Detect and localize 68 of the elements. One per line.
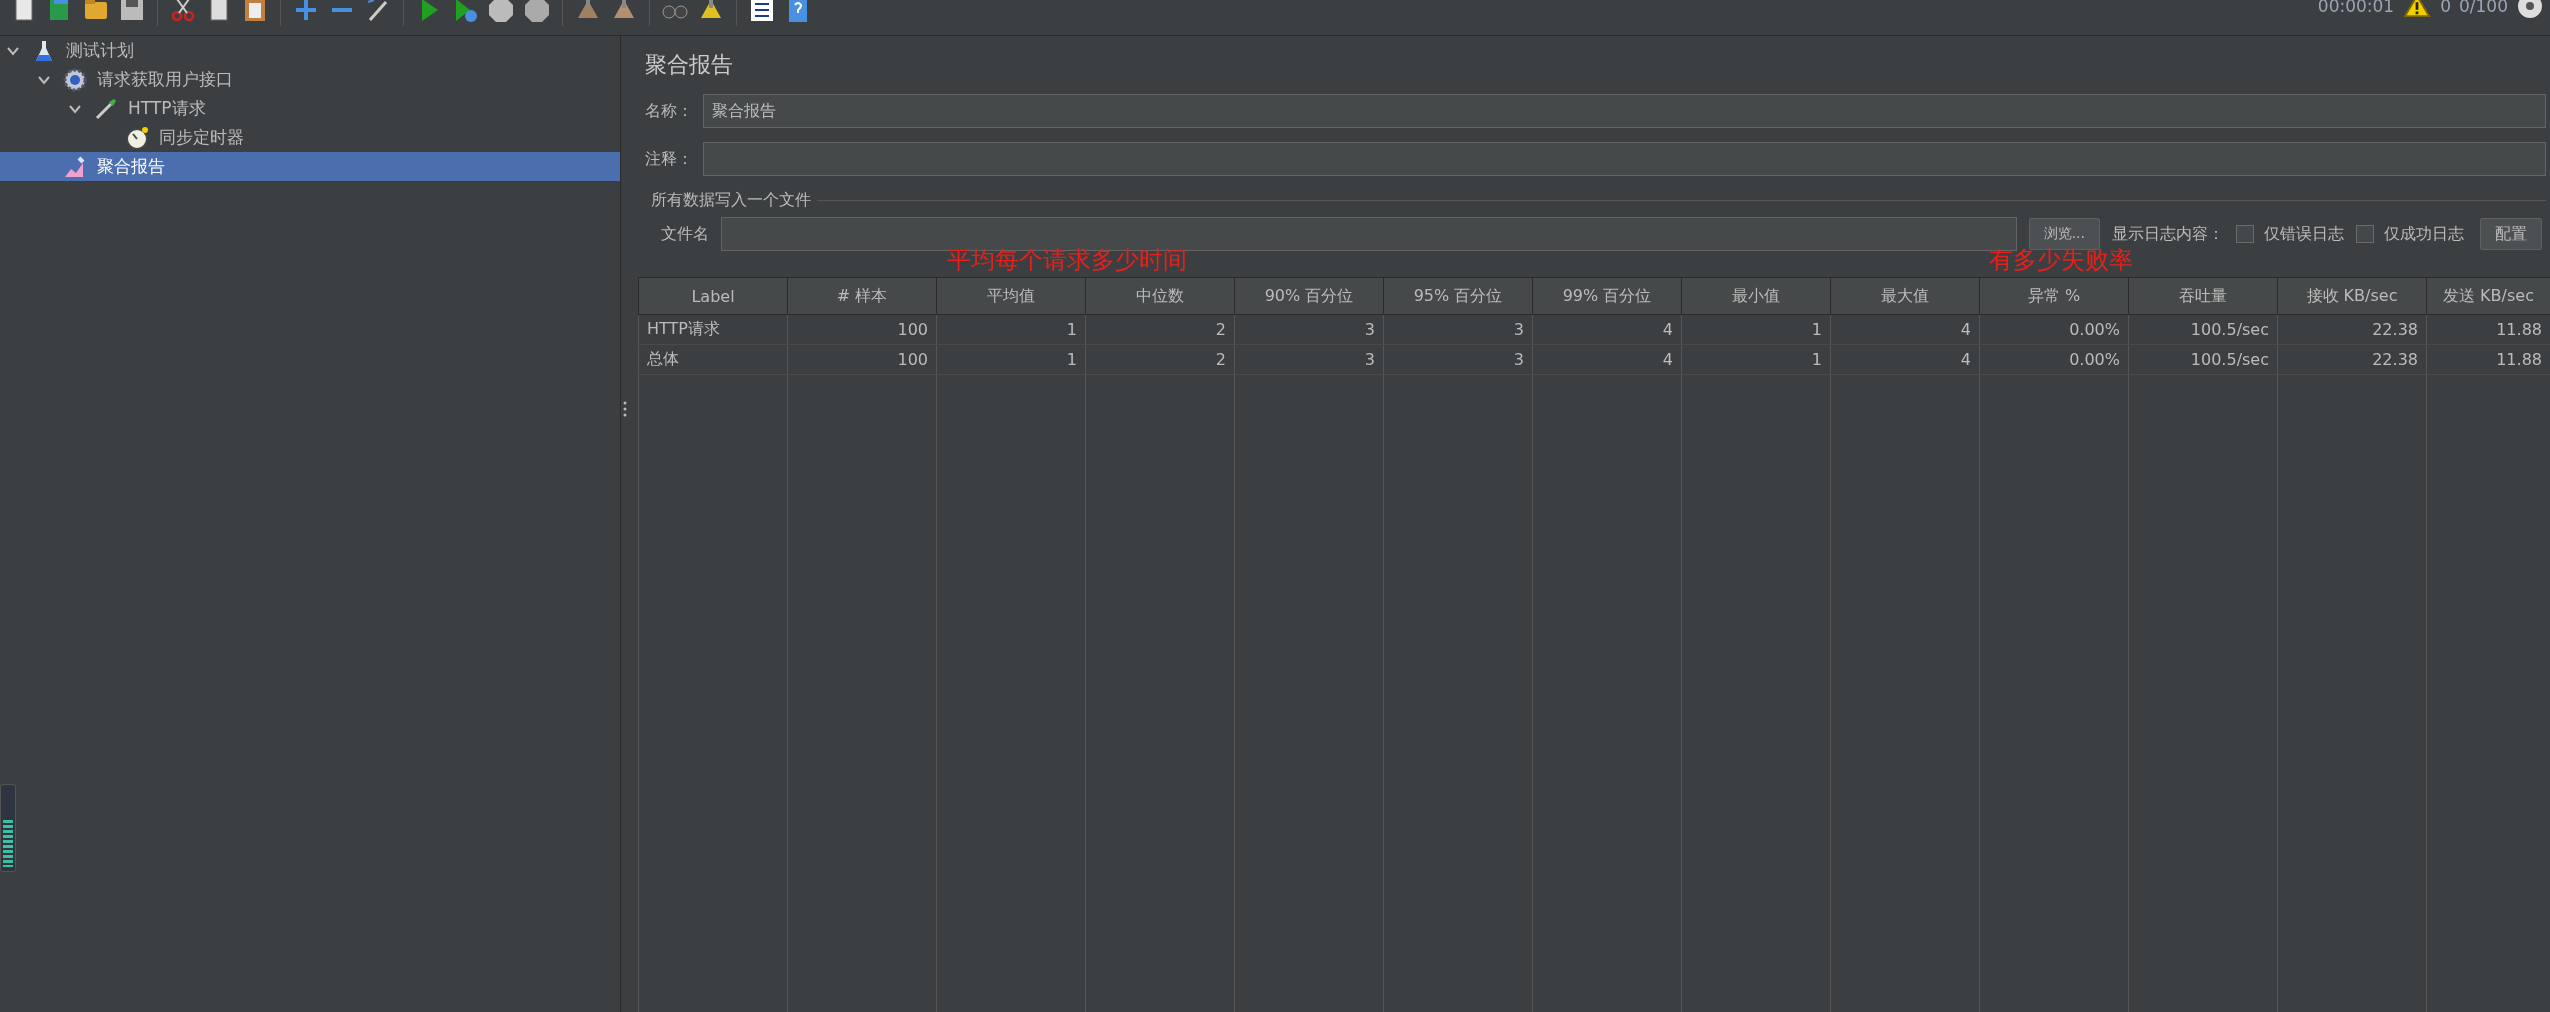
table-cell: 1 — [1681, 344, 1831, 375]
thread-count: 0/100 — [2459, 0, 2508, 16]
table-cell: 3 — [1234, 314, 1384, 345]
tree-item[interactable]: 同步定时器 — [0, 123, 620, 152]
column-header[interactable]: 接收 KB/sec — [2277, 277, 2427, 315]
table-cell: 4 — [1532, 344, 1682, 375]
tree-item[interactable]: HTTP请求 — [0, 94, 620, 123]
table-cell: 0.00% — [1979, 314, 2129, 345]
table-cell: 2 — [1085, 314, 1235, 345]
column-header[interactable]: 最大值 — [1830, 277, 1980, 315]
checkbox[interactable] — [2356, 225, 2374, 243]
column-header[interactable]: 异常 % — [1979, 277, 2129, 315]
tree-item[interactable]: 聚合报告 — [0, 152, 620, 181]
table-cell: 100 — [787, 314, 937, 345]
table-cell: 1 — [936, 344, 1086, 375]
field-label: 文件名 — [661, 223, 709, 245]
drag-handle-icon[interactable] — [623, 401, 627, 417]
pipette-icon — [94, 96, 118, 121]
name-field[interactable]: 聚合报告 — [703, 94, 2546, 128]
column-header[interactable]: Label — [638, 277, 788, 315]
tree-item[interactable]: 测试计划 — [0, 36, 620, 65]
stop-icon[interactable] — [523, 0, 551, 24]
stopwatch-icon — [125, 125, 149, 150]
checkbox-label: 仅错误日志 — [2264, 223, 2344, 245]
column-header[interactable]: 吞吐量 — [2128, 277, 2278, 315]
table-cell: 4 — [1830, 344, 1980, 375]
table-cell: 3 — [1383, 314, 1533, 345]
table-cell: 4 — [1830, 314, 1980, 345]
column-header[interactable]: 发送 KB/sec — [2426, 277, 2550, 315]
chart-icon — [63, 154, 87, 179]
config-button[interactable]: 配置 — [2480, 218, 2542, 250]
checkbox-label: 仅成功日志 — [2384, 223, 2464, 245]
table-cell: 1 — [1681, 314, 1831, 345]
table-cell: 3 — [1383, 344, 1533, 375]
table-cell: 2 — [1085, 344, 1235, 375]
column-header[interactable]: # 样本 — [787, 277, 937, 315]
table-cell: 100.5/sec — [2128, 314, 2278, 345]
column-header[interactable]: 95% 百分位 — [1383, 277, 1533, 315]
warning-count: 0 — [2440, 0, 2451, 16]
annotation-text: 平均每个请求多少时间 — [947, 246, 1187, 274]
column-header[interactable]: 90% 百分位 — [1234, 277, 1384, 315]
scissors-icon[interactable] — [169, 0, 197, 24]
table-cell: 100 — [787, 344, 937, 375]
table-cell: 1 — [936, 314, 1086, 345]
log-label: 显示日志内容： — [2112, 223, 2224, 245]
column-header[interactable]: 99% 百分位 — [1532, 277, 1682, 315]
table-cell: 22.38 — [2277, 344, 2427, 375]
list-icon[interactable] — [748, 0, 776, 24]
elapsed-time: 00:00:01 — [2317, 0, 2395, 16]
field-label: 注释： — [645, 148, 694, 170]
table-cell: 总体 — [638, 344, 788, 375]
column-header[interactable]: 中位数 — [1085, 277, 1235, 315]
section-title: 所有数据写入一个文件 — [651, 190, 811, 211]
tree-item[interactable]: 请求获取用户接口 — [0, 65, 620, 94]
stop-icon[interactable] — [487, 0, 515, 24]
table-cell: 100.5/sec — [2128, 344, 2278, 375]
checkbox[interactable] — [2236, 225, 2254, 243]
field-label: 名称： — [645, 100, 694, 122]
warning-icon[interactable] — [2402, 0, 2433, 18]
column-header[interactable]: 平均值 — [936, 277, 1086, 315]
table-cell: 22.38 — [2277, 314, 2427, 345]
table-cell: 0.00% — [1979, 344, 2129, 375]
table-cell: 4 — [1532, 314, 1682, 345]
table-cell: 3 — [1234, 344, 1384, 375]
table-cell: HTTP请求 — [638, 314, 788, 345]
comment-field[interactable] — [703, 142, 2546, 176]
panel-title: 聚合报告 — [645, 51, 733, 79]
column-header[interactable]: 最小值 — [1681, 277, 1831, 315]
